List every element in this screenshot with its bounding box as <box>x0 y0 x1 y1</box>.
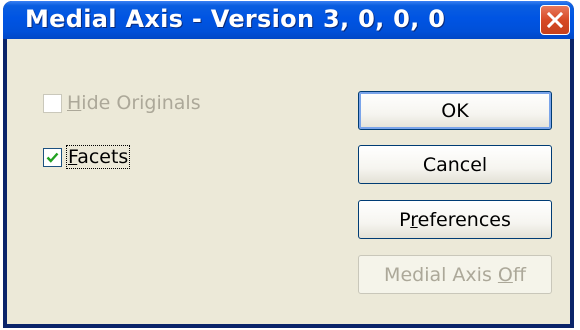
facets-checkbox[interactable] <box>43 147 62 167</box>
hide-originals-label: Hide Originals <box>67 92 201 114</box>
ok-button[interactable]: OK <box>358 91 552 130</box>
dialog-window: Medial Axis - Version 3, 0, 0, 0 Hide Or… <box>3 1 574 328</box>
hide-originals-option[interactable]: Hide Originals <box>43 92 201 114</box>
medial-axis-off-button-label: Medial Axis Off <box>384 263 526 286</box>
preferences-button-label: Preferences <box>399 208 511 231</box>
checkmark-icon <box>46 152 59 163</box>
preferences-button[interactable]: Preferences <box>358 200 552 239</box>
facets-option[interactable]: Facets <box>43 145 131 169</box>
hide-originals-checkbox[interactable] <box>43 93 62 113</box>
dialog-client-area: Hide Originals Facets OK Cancel Preferen… <box>7 39 570 324</box>
window-title: Medial Axis - Version 3, 0, 0, 0 <box>25 5 446 33</box>
title-bar[interactable]: Medial Axis - Version 3, 0, 0, 0 <box>3 1 574 39</box>
cancel-button[interactable]: Cancel <box>358 145 552 184</box>
close-button[interactable] <box>540 5 570 35</box>
medial-axis-off-button[interactable]: Medial Axis Off <box>358 255 552 294</box>
ok-button-label: OK <box>441 99 469 122</box>
facets-label: Facets <box>65 145 131 169</box>
cancel-button-label: Cancel <box>422 153 488 176</box>
